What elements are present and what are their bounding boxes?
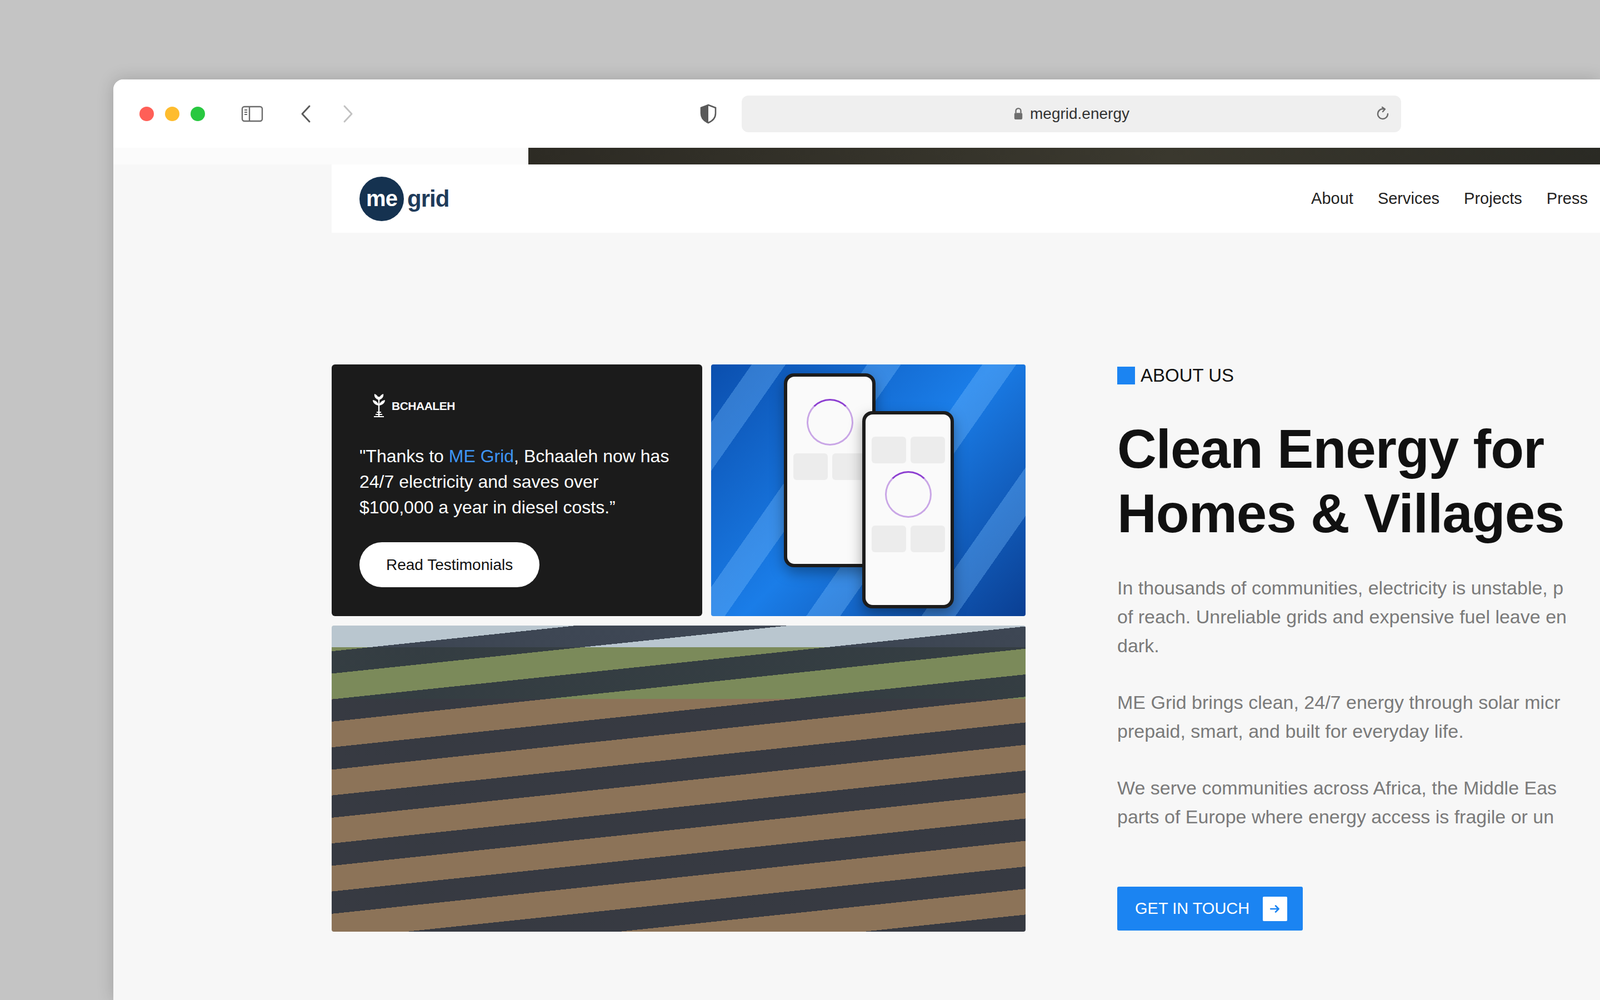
url-text: megrid.energy xyxy=(1030,105,1130,123)
window-controls xyxy=(139,106,205,122)
testimonial-card: BCHAALEH "Thanks to ME Grid, Bchaaleh now… xyxy=(331,364,703,617)
paragraph: We serve communities across Africa, the … xyxy=(1117,773,1600,832)
browser-toolbar: megrid.energy xyxy=(113,79,1600,148)
nav-link[interactable]: Projects xyxy=(1463,189,1523,208)
arrow-right-icon xyxy=(1268,902,1282,915)
close-button[interactable] xyxy=(139,106,154,122)
brand-name: BCHAALEH xyxy=(391,399,455,413)
brand-logo: BCHAALEH xyxy=(370,392,675,420)
logo[interactable]: megrid xyxy=(359,176,449,222)
back-arrow-icon[interactable] xyxy=(299,103,313,124)
zoom-button[interactable] xyxy=(190,106,205,122)
desktop: megrid.energy megrid About Services Projects… xyxy=(0,0,1600,1000)
get-in-touch-button[interactable]: GET IN TOUCH xyxy=(1117,886,1303,931)
forward-arrow-icon[interactable] xyxy=(341,103,355,124)
logo-word: grid xyxy=(407,185,449,213)
lock-icon xyxy=(1013,107,1024,121)
section-title: Clean Energy forHomes & Villages xyxy=(1117,416,1600,546)
testimonial-quote: "Thanks to ME Grid, Bchaaleh now has 24/… xyxy=(359,443,675,520)
hero-strip xyxy=(113,147,1600,165)
paragraph: ME Grid brings clean, 24/7 energy throug… xyxy=(1117,687,1600,746)
read-testimonials-button[interactable]: Read Testimonials xyxy=(359,542,540,588)
logo-mark: me xyxy=(359,176,404,222)
reload-icon[interactable] xyxy=(1374,105,1392,123)
address-bar[interactable]: megrid.energy xyxy=(741,95,1402,133)
browser-window: megrid.energy megrid About Services Projects… xyxy=(113,79,1600,1000)
app-image xyxy=(711,364,1026,617)
plant-icon xyxy=(370,392,388,420)
paragraph: In thousands of communities, electricity… xyxy=(1117,573,1600,660)
phone-image xyxy=(862,411,954,609)
main-nav: About Services Projects Press xyxy=(1311,189,1588,208)
quote-link[interactable]: ME Grid xyxy=(448,446,514,467)
nav-link[interactable]: Press xyxy=(1546,189,1588,208)
section-label: ABOUT US xyxy=(1117,364,1600,387)
sidebar-icon[interactable] xyxy=(241,105,264,123)
media-grid: BCHAALEH "Thanks to ME Grid, Bchaaleh now… xyxy=(331,364,1026,932)
site-header: megrid About Services Projects Press xyxy=(331,164,1600,233)
about-section: BCHAALEH "Thanks to ME Grid, Bchaaleh now… xyxy=(331,364,1600,932)
shield-icon[interactable] xyxy=(699,103,718,124)
solar-farm-photo xyxy=(331,625,1026,932)
web-page: megrid About Services Projects Press BCHAALEH… xyxy=(113,147,1600,932)
label-square xyxy=(1117,366,1135,385)
nav-link[interactable]: About xyxy=(1311,189,1354,208)
minimize-button[interactable] xyxy=(165,106,180,122)
about-text: ABOUT US Clean Energy forHomes & Villages… xyxy=(1117,364,1600,932)
hero-image xyxy=(528,147,1600,165)
nav-link[interactable]: Services xyxy=(1377,189,1440,208)
